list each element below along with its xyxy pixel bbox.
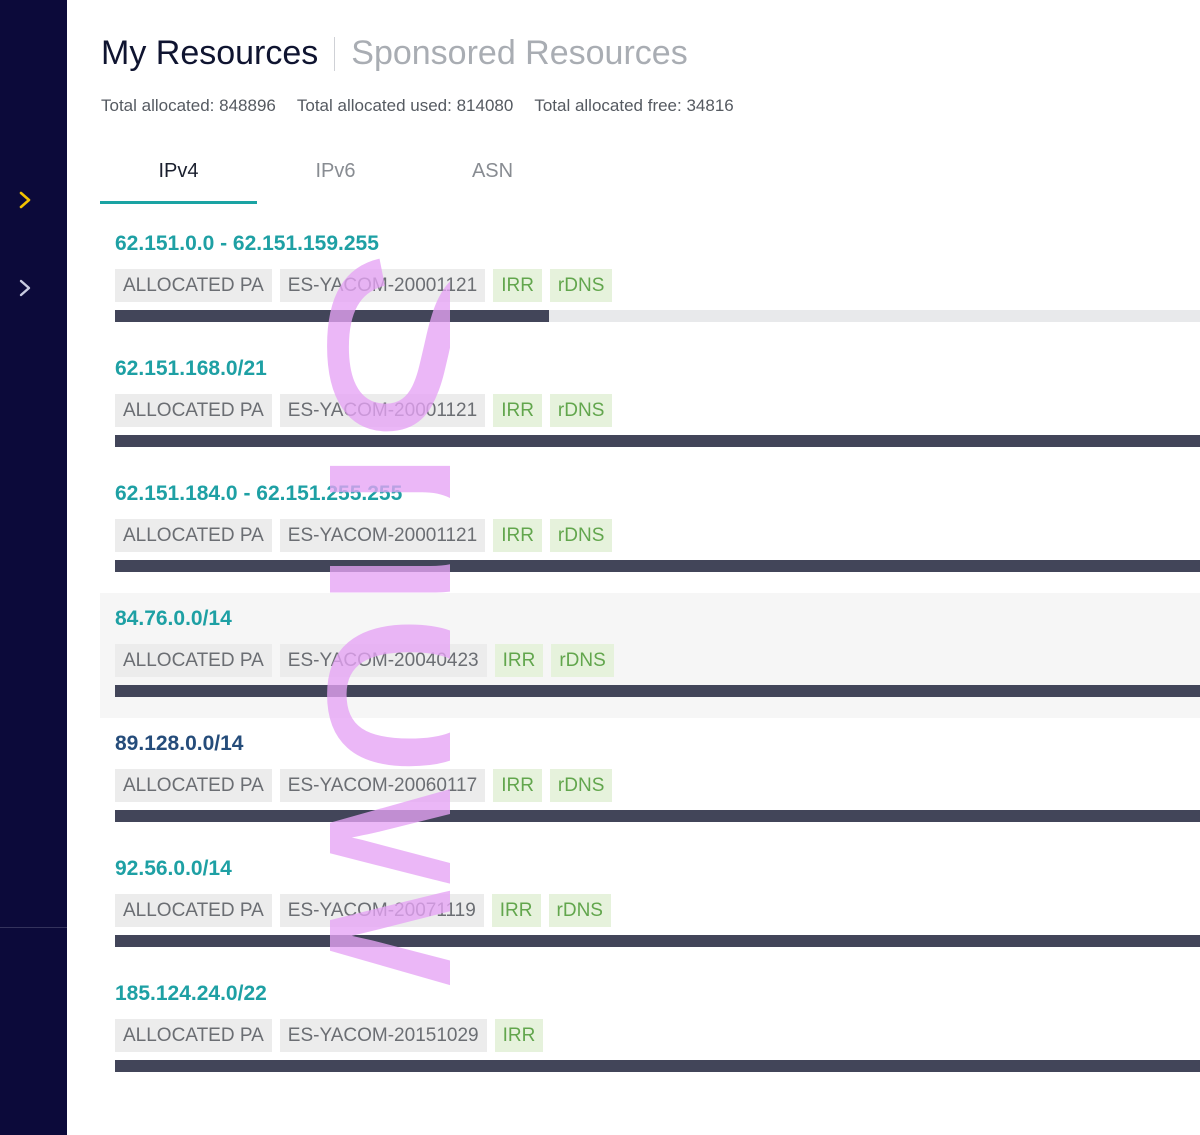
page-title-my-resources[interactable]: My Resources bbox=[101, 34, 318, 73]
org-badge: ES-YACOM-20001121 bbox=[279, 519, 486, 552]
irr-badge: IRR bbox=[493, 269, 542, 302]
usage-bar bbox=[115, 435, 1200, 447]
org-badge: ES-YACOM-20071119 bbox=[279, 894, 484, 927]
org-badge: ES-YACOM-20001121 bbox=[279, 269, 486, 302]
irr-badge: IRR bbox=[493, 769, 542, 802]
rdns-badge: rDNS bbox=[549, 519, 613, 552]
resource-tags: ALLOCATED PA ES-YACOM-20001121 IRR rDNS bbox=[115, 269, 1200, 302]
tab-asn[interactable]: ASN bbox=[414, 150, 571, 204]
tab-ipv4[interactable]: IPv4 bbox=[100, 150, 257, 204]
total-allocated-free: Total allocated free: 34816 bbox=[534, 96, 734, 115]
resource-item: 62.151.184.0 - 62.151.255.255 ALLOCATED … bbox=[100, 468, 1200, 593]
irr-badge: IRR bbox=[493, 394, 542, 427]
status-badge: ALLOCATED PA bbox=[115, 269, 272, 302]
rdns-badge: rDNS bbox=[549, 394, 613, 427]
irr-badge: IRR bbox=[491, 894, 541, 927]
resource-range-link[interactable]: 89.128.0.0/14 bbox=[115, 718, 1200, 756]
resource-tags: ALLOCATED PA ES-YACOM-20071119 IRR rDNS bbox=[115, 894, 1200, 927]
resource-tags: ALLOCATED PA ES-YACOM-20001121 IRR rDNS bbox=[115, 519, 1200, 552]
resource-tabs: IPv4 IPv6 ASN bbox=[100, 150, 571, 204]
chevron-right-icon[interactable] bbox=[14, 277, 36, 299]
resource-range-link[interactable]: 92.56.0.0/14 bbox=[115, 843, 1200, 881]
title-divider bbox=[334, 36, 336, 71]
usage-bar-fill bbox=[115, 810, 1200, 822]
rdns-badge: rDNS bbox=[548, 894, 611, 927]
status-badge: ALLOCATED PA bbox=[115, 769, 272, 802]
irr-badge: IRR bbox=[493, 519, 542, 552]
rdns-badge: rDNS bbox=[549, 769, 613, 802]
usage-bar-fill bbox=[115, 685, 1200, 697]
chevron-right-icon[interactable] bbox=[14, 189, 36, 211]
sidebar bbox=[0, 0, 67, 1135]
resource-item: 92.56.0.0/14 ALLOCATED PA ES-YACOM-20071… bbox=[100, 843, 1200, 968]
resource-tags: ALLOCATED PA ES-YACOM-20151029 IRR bbox=[115, 1019, 1200, 1052]
usage-bar bbox=[115, 935, 1200, 947]
page-title-row: My Resources Sponsored Resources bbox=[101, 34, 688, 73]
usage-bar bbox=[115, 810, 1200, 822]
status-badge: ALLOCATED PA bbox=[115, 519, 272, 552]
resource-list: 62.151.0.0 - 62.151.159.255 ALLOCATED PA… bbox=[100, 218, 1200, 1093]
usage-bar bbox=[115, 560, 1200, 572]
resource-item: 185.124.24.0/22 ALLOCATED PA ES-YACOM-20… bbox=[100, 968, 1200, 1093]
usage-bar bbox=[115, 685, 1200, 697]
usage-bar-fill bbox=[115, 1060, 1200, 1072]
org-badge: ES-YACOM-20060117 bbox=[279, 769, 486, 802]
totals-summary: Total allocated: 848896 Total allocated … bbox=[101, 96, 734, 116]
total-allocated-used: Total allocated used: 814080 bbox=[296, 96, 514, 115]
status-badge: ALLOCATED PA bbox=[115, 644, 272, 677]
resource-tags: ALLOCATED PA ES-YACOM-20040423 IRR rDNS bbox=[115, 644, 1200, 677]
resource-item: 84.76.0.0/14 ALLOCATED PA ES-YACOM-20040… bbox=[100, 593, 1200, 718]
resource-range-link[interactable]: 84.76.0.0/14 bbox=[115, 593, 1200, 631]
usage-bar-fill bbox=[115, 935, 1200, 947]
rdns-badge: rDNS bbox=[549, 269, 613, 302]
resource-range-link[interactable]: 62.151.0.0 - 62.151.159.255 bbox=[115, 218, 1200, 256]
usage-bar bbox=[115, 310, 1200, 322]
total-allocated: Total allocated: 848896 bbox=[101, 96, 276, 115]
resource-range-link[interactable]: 185.124.24.0/22 bbox=[115, 968, 1200, 1006]
status-badge: ALLOCATED PA bbox=[115, 394, 272, 427]
resource-tags: ALLOCATED PA ES-YACOM-20060117 IRR rDNS bbox=[115, 769, 1200, 802]
sidebar-divider bbox=[0, 927, 67, 928]
usage-bar-fill bbox=[115, 560, 1200, 572]
irr-badge: IRR bbox=[494, 644, 544, 677]
irr-badge: IRR bbox=[494, 1019, 544, 1052]
status-badge: ALLOCATED PA bbox=[115, 894, 272, 927]
page-title-sponsored-resources[interactable]: Sponsored Resources bbox=[351, 34, 687, 73]
resource-item: 62.151.0.0 - 62.151.159.255 ALLOCATED PA… bbox=[100, 218, 1200, 343]
usage-bar-fill bbox=[115, 435, 1200, 447]
usage-bar bbox=[115, 1060, 1200, 1072]
resource-range-link[interactable]: 62.151.184.0 - 62.151.255.255 bbox=[115, 468, 1200, 506]
tab-ipv6[interactable]: IPv6 bbox=[257, 150, 414, 204]
resource-item: 89.128.0.0/14 ALLOCATED PA ES-YACOM-2006… bbox=[100, 718, 1200, 843]
resource-item: 62.151.168.0/21 ALLOCATED PA ES-YACOM-20… bbox=[100, 343, 1200, 468]
org-badge: ES-YACOM-20151029 bbox=[279, 1019, 487, 1052]
main-content: My Resources Sponsored Resources Total a… bbox=[67, 0, 1200, 1135]
usage-bar-fill bbox=[115, 310, 549, 322]
org-badge: ES-YACOM-20040423 bbox=[279, 644, 487, 677]
rdns-badge: rDNS bbox=[551, 644, 614, 677]
resource-tags: ALLOCATED PA ES-YACOM-20001121 IRR rDNS bbox=[115, 394, 1200, 427]
status-badge: ALLOCATED PA bbox=[115, 1019, 272, 1052]
org-badge: ES-YACOM-20001121 bbox=[279, 394, 486, 427]
resource-range-link[interactable]: 62.151.168.0/21 bbox=[115, 343, 1200, 381]
